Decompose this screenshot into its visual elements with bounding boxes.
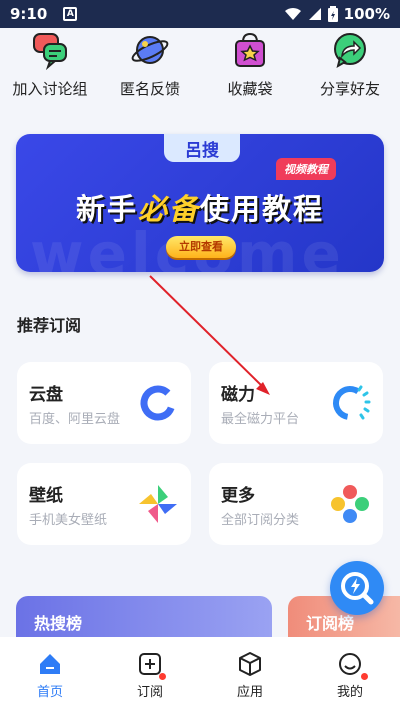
- notification-a-icon: A: [63, 7, 78, 21]
- banner-headline: 新手必备使用教程: [16, 186, 384, 228]
- nav-label: 首页: [36, 685, 63, 700]
- colored-dots-icon: [331, 485, 369, 523]
- quick-action-favorites-bag[interactable]: 收藏袋: [202, 28, 298, 110]
- card-wallpaper[interactable]: 壁纸 手机美女壁纸: [17, 463, 191, 545]
- floating-search-button[interactable]: [330, 561, 384, 615]
- card-cloud-drive[interactable]: 云盘 百度、阿里云盘: [17, 362, 191, 444]
- wifi-icon: [284, 7, 301, 20]
- battery-icon: [327, 6, 338, 22]
- cloud-ring-icon: [140, 385, 176, 421]
- card-title: 更多: [221, 486, 255, 506]
- status-time: 9:10: [10, 5, 48, 23]
- search-lightning-icon: [341, 572, 374, 605]
- bottom-navigation: 首页 订阅 应用 我的: [0, 637, 400, 710]
- smiley-icon: [339, 653, 361, 675]
- chat-bubbles-icon: [33, 33, 67, 70]
- magnet-spinner-icon: [333, 385, 371, 420]
- card-magnet[interactable]: 磁力 最全磁力平台: [209, 362, 383, 444]
- card-subtitle: 全部订阅分类: [221, 513, 300, 528]
- nav-notification-dot: [159, 673, 166, 680]
- nav-label: 订阅: [136, 685, 163, 700]
- battery-percentage: 100%: [343, 5, 390, 23]
- card-title: 云盘: [29, 385, 63, 405]
- headline-part: 使用教程: [200, 192, 325, 226]
- planet-icon: [131, 36, 169, 64]
- headline-highlight: 必备: [137, 192, 200, 226]
- quick-action-share-friends[interactable]: 分享好友: [302, 28, 398, 110]
- quick-action-discussion-group[interactable]: 加入讨论组: [2, 28, 98, 110]
- nav-apps[interactable]: 应用: [200, 637, 300, 710]
- status-bar: 9:10 A 100%: [0, 0, 400, 28]
- quick-actions-row: 加入讨论组 匿名反馈 收藏袋 分享好友: [0, 28, 400, 110]
- nav-label: 应用: [236, 685, 263, 700]
- nav-home[interactable]: 首页: [0, 637, 100, 710]
- nav-label: 我的: [336, 685, 363, 700]
- card-subtitle: 最全磁力平台: [221, 412, 300, 427]
- nav-subscribe[interactable]: 订阅: [100, 637, 200, 710]
- quick-action-anonymous-feedback[interactable]: 匿名反馈: [102, 28, 198, 110]
- quick-action-label: 收藏袋: [227, 80, 273, 98]
- hot-search-label: 热搜榜: [34, 614, 83, 633]
- banner-logo: 呂搜: [185, 141, 219, 161]
- pinwheel-icon: [139, 485, 177, 523]
- cube-icon: [239, 652, 261, 676]
- card-title: 壁纸: [29, 486, 63, 506]
- shopping-bag-star-icon: [235, 32, 265, 67]
- nav-notification-dot: [361, 673, 368, 680]
- video-tutorial-tag: 视频教程: [276, 158, 336, 180]
- quick-action-label: 加入讨论组: [12, 80, 88, 98]
- tutorial-banner[interactable]: welcome 呂搜 视频教程 新手必备使用教程 立即查看: [16, 134, 384, 272]
- card-more[interactable]: 更多 全部订阅分类: [209, 463, 383, 545]
- card-subtitle: 百度、阿里云盘: [29, 412, 121, 427]
- signal-icon: [308, 8, 321, 20]
- quick-action-label: 匿名反馈: [119, 80, 180, 98]
- view-now-button[interactable]: 立即查看: [166, 236, 236, 258]
- status-right: 100%: [284, 5, 390, 23]
- nav-me[interactable]: 我的: [300, 637, 400, 710]
- quick-action-label: 分享好友: [319, 80, 380, 98]
- card-subtitle: 手机美女壁纸: [29, 513, 108, 528]
- headline-part: 新手: [75, 192, 138, 226]
- home-icon: [40, 654, 60, 674]
- recommended-subscriptions-title: 推荐订阅: [17, 316, 82, 335]
- card-title: 磁力: [221, 385, 255, 405]
- share-arrow-icon: [334, 33, 366, 69]
